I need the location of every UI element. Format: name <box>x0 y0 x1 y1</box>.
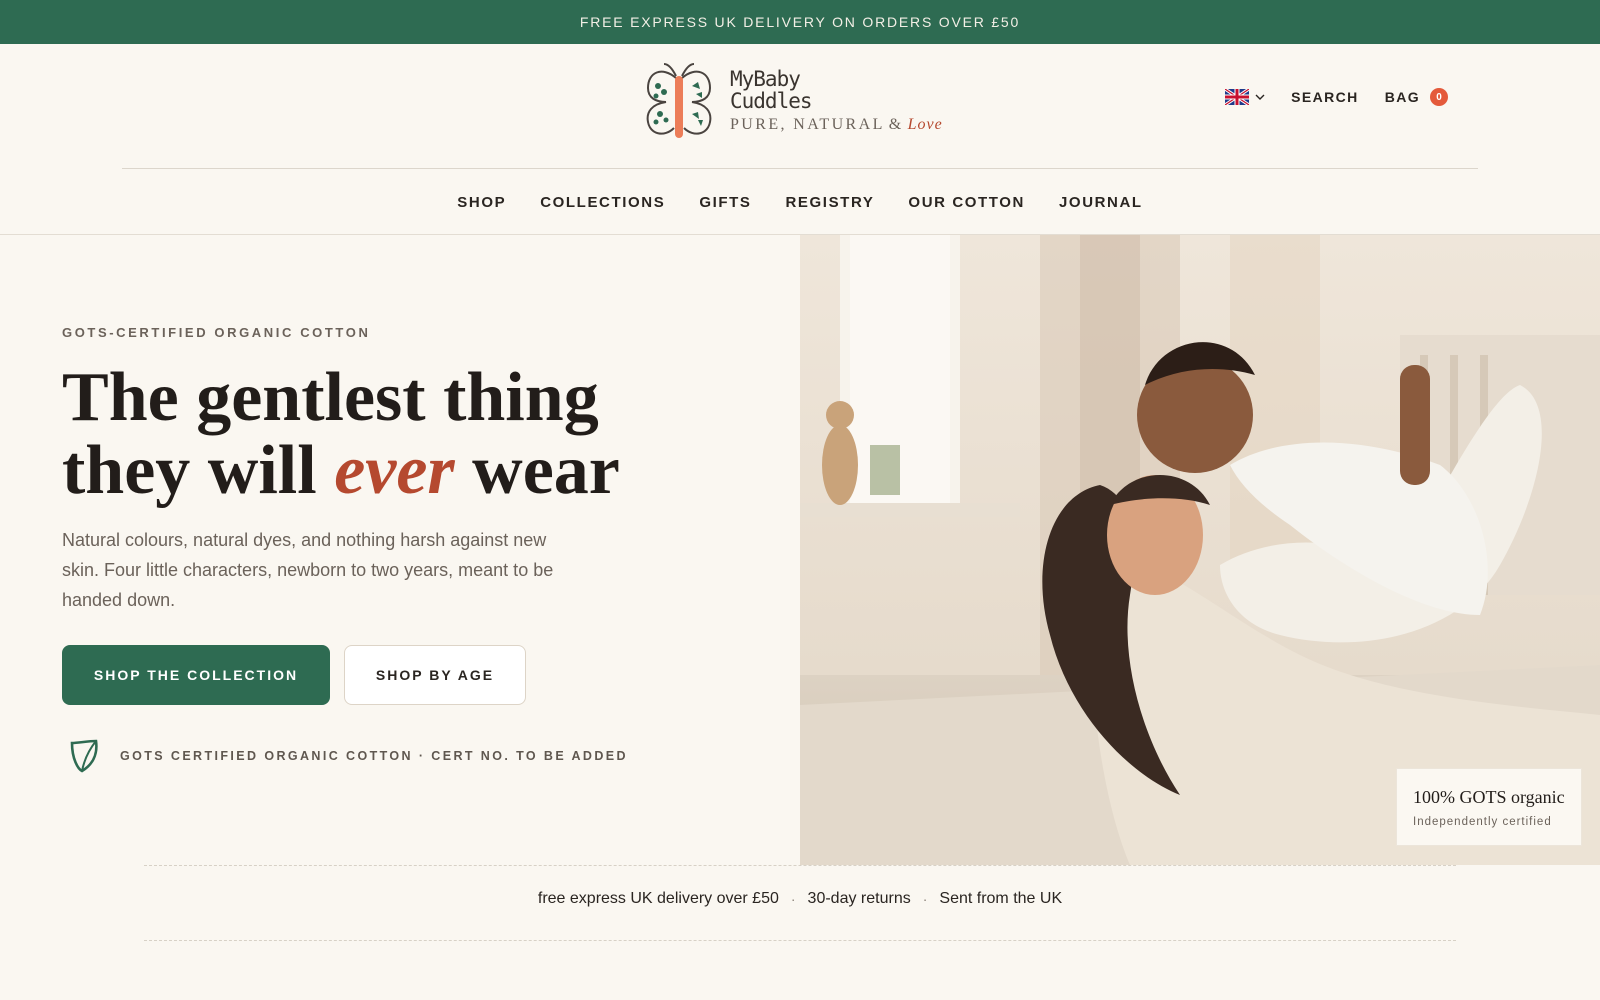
tagline-ampersand: & <box>888 116 904 133</box>
nav-item-journal[interactable]: JOURNAL <box>1059 194 1143 211</box>
brand-logo[interactable]: MyBaby Cuddles PURE, NATURAL & Love <box>642 58 962 144</box>
leaf-icon <box>70 739 98 773</box>
header-divider <box>122 168 1478 169</box>
hero-copy: GOTS-CERTIFIED ORGANIC COTTON The gentle… <box>62 235 802 865</box>
trust-item-delivery: free express UK delivery over £50 <box>537 890 779 907</box>
shop-by-age-button[interactable]: SHOP BY AGE <box>344 645 526 705</box>
locale-selector[interactable] <box>1225 89 1265 105</box>
hero-headline: The gentlest thing they will ever wear <box>62 361 682 507</box>
chevron-down-icon <box>1255 94 1265 100</box>
trust-bar: free express UK delivery over £50 · 30-d… <box>0 890 1600 908</box>
uk-flag-icon <box>1225 89 1250 105</box>
hero-eyebrow: GOTS-CERTIFIED ORGANIC COTTON <box>62 325 371 340</box>
trust-separator: · <box>790 891 796 907</box>
trust-item-shipping-origin: Sent from the UK <box>939 890 1063 907</box>
headline-line2-start: they will <box>62 432 317 509</box>
search-link[interactable]: SEARCH <box>1291 89 1359 105</box>
badge-title: 100% GOTS organic <box>1413 786 1565 807</box>
tagline-love: Love <box>907 116 943 133</box>
nav-item-shop[interactable]: SHOP <box>457 194 506 211</box>
hero-subcopy: Natural colours, natural dyes, and nothi… <box>62 530 554 610</box>
trust-separator: · <box>922 891 928 907</box>
shop-collection-button[interactable]: SHOP THE COLLECTION <box>62 645 330 705</box>
bag-count-badge: 0 <box>1430 88 1448 106</box>
nav-item-our-cotton[interactable]: OUR COTTON <box>908 194 1025 211</box>
nav-item-registry[interactable]: REGISTRY <box>786 194 875 211</box>
trust-divider-top <box>144 865 1456 866</box>
badge-subtitle: Independently certified <box>1413 815 1552 828</box>
announcement-bar: FREE EXPRESS UK DELIVERY ON ORDERS OVER … <box>0 0 1600 44</box>
bag-label: BAG <box>1384 89 1420 105</box>
header-utilities: SEARCH BAG 0 <box>1225 88 1448 106</box>
brand-name-line1: MyBaby <box>730 67 801 91</box>
certification-row: GOTS CERTIFIED ORGANIC COTTON · CERT NO.… <box>68 739 628 773</box>
nav-item-gifts[interactable]: GIFTS <box>699 194 751 211</box>
brand-name-line2: Cuddles <box>730 89 813 113</box>
trust-divider-bottom <box>144 940 1456 941</box>
tagline-main: PURE, NATURAL <box>730 116 885 133</box>
brand-tagline: PURE, NATURAL & Love <box>730 116 943 134</box>
bag-link[interactable]: BAG 0 <box>1385 88 1448 106</box>
certification-text: GOTS CERTIFIED ORGANIC COTTON · CERT NO.… <box>120 749 628 763</box>
nav-item-collections[interactable]: COLLECTIONS <box>540 194 665 211</box>
site-header: MyBaby Cuddles PURE, NATURAL & Love SEARCH… <box>0 44 1600 170</box>
main-nav: SHOP COLLECTIONS GIFTS REGISTRY OUR COTT… <box>0 170 1600 234</box>
trust-item-returns: 30-day returns <box>807 890 911 907</box>
gots-badge: 100% GOTS organic Independently certifie… <box>1396 768 1582 846</box>
headline-emphasis: ever <box>334 432 455 509</box>
announcement-text: FREE EXPRESS UK DELIVERY ON ORDERS OVER … <box>579 14 1021 30</box>
butterfly-logo-icon <box>646 63 712 138</box>
headline-line1: The gentlest thing <box>62 359 599 436</box>
headline-line2-end: wear <box>472 432 620 509</box>
